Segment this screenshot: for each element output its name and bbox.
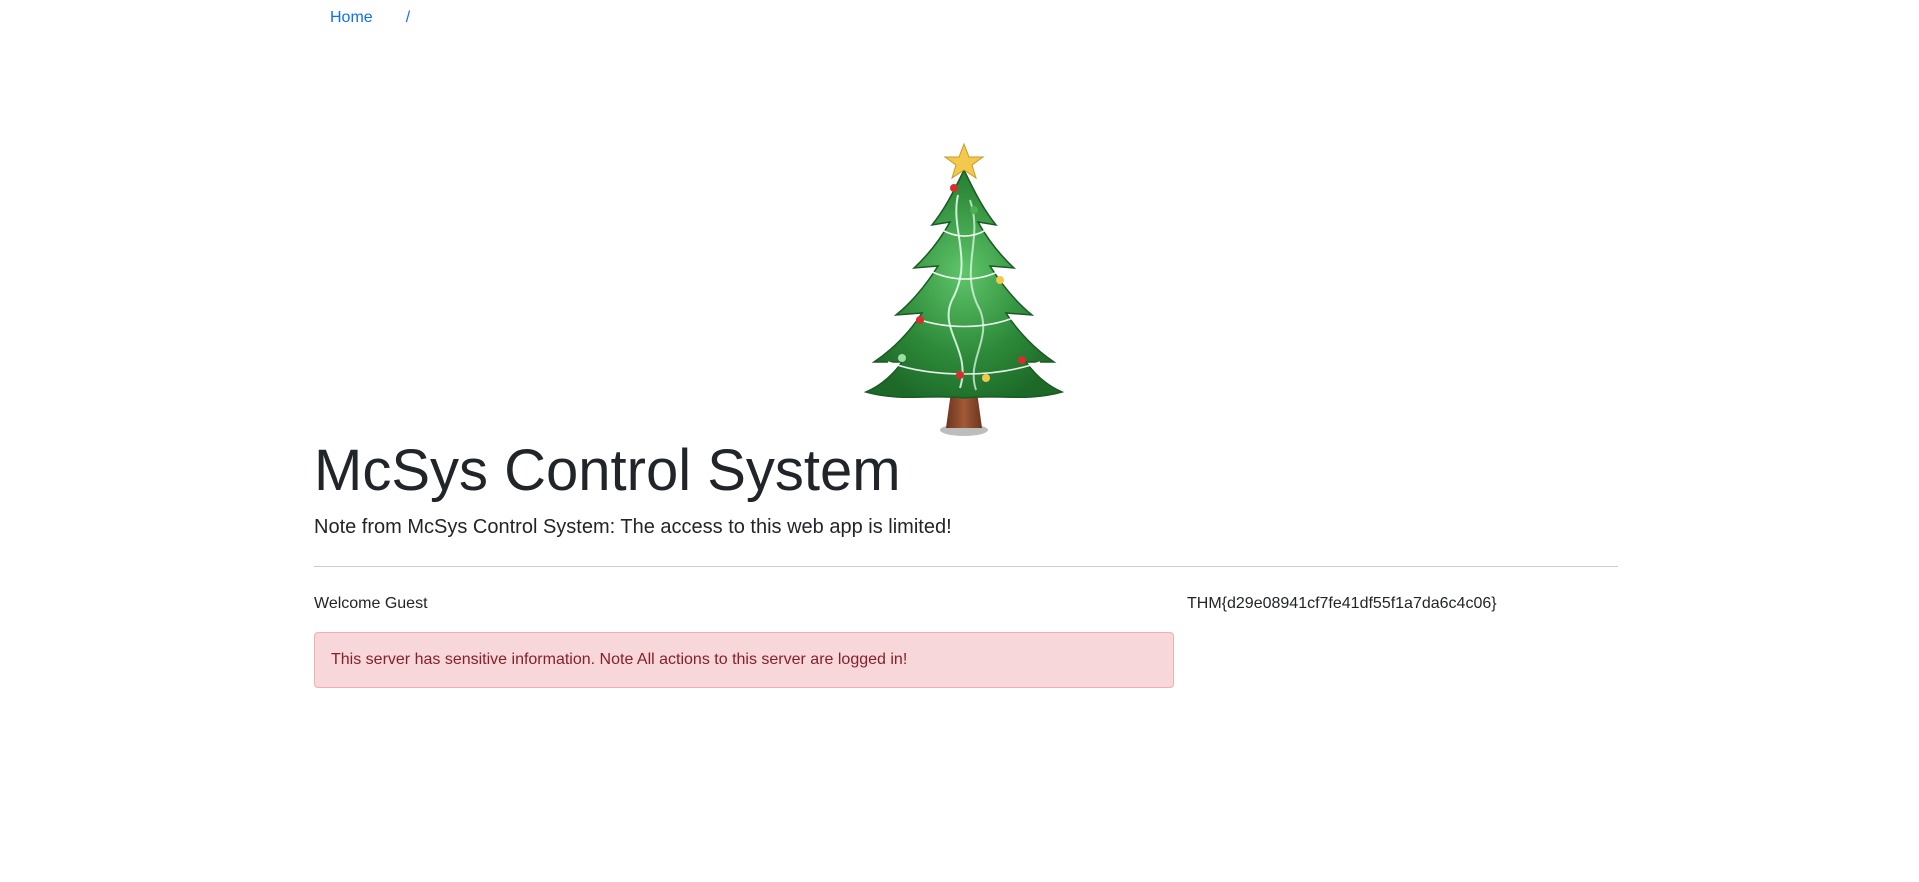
warning-alert: This server has sensitive information. N… [314, 632, 1174, 688]
divider [314, 566, 1618, 567]
page-title: McSys Control System [314, 438, 901, 503]
flag-text: THM{d29e08941cf7fe41df55f1a7da6c4c06} [1187, 595, 1497, 612]
welcome-text: Welcome Guest [314, 595, 428, 612]
breadcrumb-separator: / [405, 9, 411, 26]
warning-alert-text: This server has sensitive information. N… [331, 651, 908, 668]
access-note: Note from McSys Control System: The acce… [314, 516, 952, 538]
breadcrumb: Home / [330, 7, 410, 29]
christmas-tree-icon [862, 140, 1068, 440]
breadcrumb-home-link[interactable]: Home [330, 7, 373, 29]
